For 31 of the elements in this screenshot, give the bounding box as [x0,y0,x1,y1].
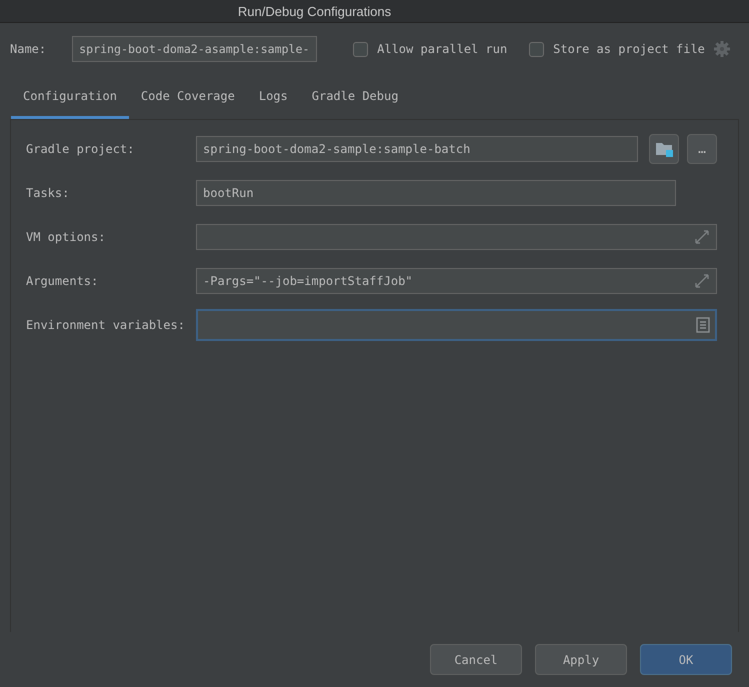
field-label: Arguments: [25,274,100,288]
input-field[interactable] [196,224,717,250]
tab[interactable]: Configuration [11,75,129,119]
input-field[interactable]: bootRun [196,180,676,206]
checkbox-label[interactable]: Store as project file [553,42,705,56]
input-field[interactable] [196,309,717,341]
more-button[interactable]: … [687,134,717,164]
tab[interactable]: Code Coverage [128,75,247,119]
window-title: Run/Debug Configurations [0,0,749,23]
dialog-button[interactable]: Apply [535,644,627,675]
checkbox-label[interactable]: Allow parallel run [377,42,508,56]
checkbox[interactable] [353,42,368,56]
dialog-button[interactable]: Cancel [430,644,522,675]
name-label: Name: [10,42,46,56]
name-field[interactable]: spring-boot-doma2-asample:sample- [72,36,318,62]
tab[interactable]: Logs [246,75,300,119]
input-field[interactable]: -Pargs="--job=importStaffJob" [196,268,717,294]
field-label: Gradle project: [25,142,136,156]
expand-icon[interactable] [694,273,710,289]
ok-button[interactable]: OK [640,644,732,675]
checkbox[interactable] [529,42,544,56]
field-label: Tasks: [25,186,70,200]
settings-icon[interactable] [712,40,731,58]
field-label: Environment variables: [25,318,186,332]
field-label: VM options: [25,230,106,244]
document-icon[interactable] [696,317,710,333]
tab[interactable]: Gradle Debug [300,75,410,119]
input-field[interactable]: spring-boot-doma2-sample:sample-batch [196,136,638,162]
expand-icon[interactable] [694,229,710,245]
browse-button[interactable] [649,134,679,164]
folder-icon[interactable] [655,141,673,157]
